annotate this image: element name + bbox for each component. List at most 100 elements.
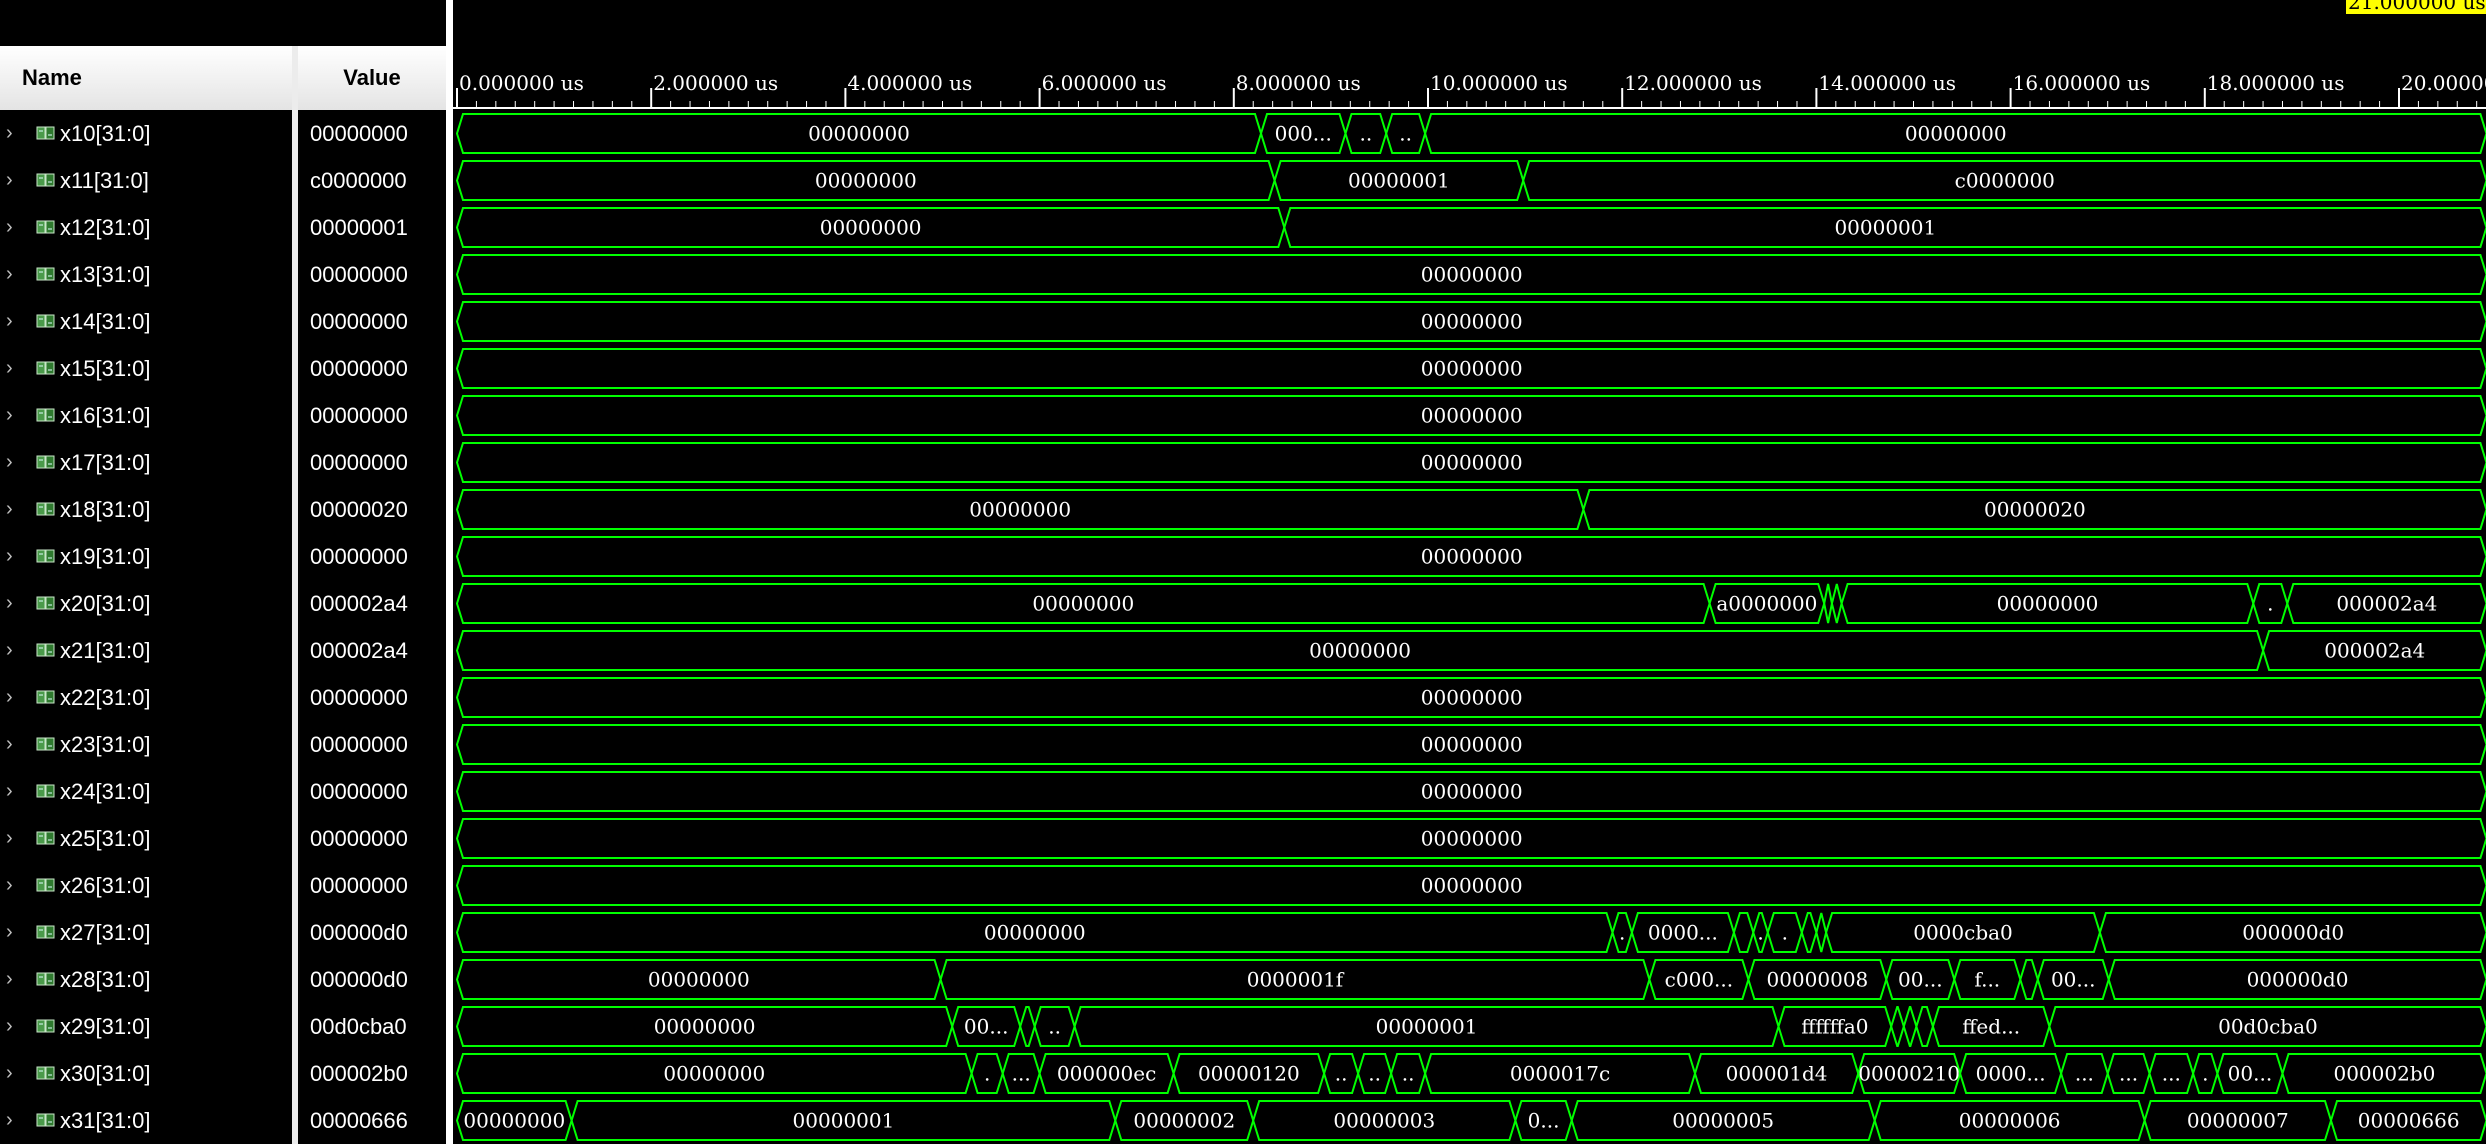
cursor-time-label: 21.000000 us [2348,0,2486,14]
signal-name: x11[31:0] [60,168,149,193]
signal-row[interactable]: › x24[31:0] 00000000 [0,768,446,815]
bus-value-label: 00000000 [1032,592,1134,616]
signal-name: x24[31:0] [60,779,151,804]
bus-segment [1732,912,1755,953]
bus-value-label: 00000000 [1421,451,1523,475]
signal-value: 00000000 [310,356,408,381]
signal-row[interactable]: › x11[31:0] c0000000 [0,157,446,204]
expand-chevron-icon[interactable]: › [6,405,26,425]
cursor-time-marker[interactable]: 21.000000 us [2346,0,2486,14]
signal-row[interactable]: › x16[31:0] 00000000 [0,392,446,439]
expand-chevron-icon[interactable]: › [6,687,26,707]
expand-chevron-icon[interactable]: › [6,734,26,754]
signal-row[interactable]: › x25[31:0] 00000000 [0,815,446,862]
expand-chevron-icon[interactable]: › [6,781,26,801]
signal-row[interactable]: › x14[31:0] 00000000 [0,298,446,345]
bus-signal-icon [36,126,55,140]
waveform-panel[interactable]: 0.000000 us 2.000000 us 4.000000 us 6.00000… [453,0,2486,1144]
bus-value-label: 000002a4 [2324,639,2425,663]
bus-value-label: 00000001 [793,1109,895,1133]
expand-chevron-icon[interactable]: › [6,123,26,143]
expand-chevron-icon[interactable]: › [6,264,26,284]
bus-value-label: 000000ec [1057,1062,1156,1086]
signal-row[interactable]: › x10[31:0] 00000000 [0,110,446,157]
expand-chevron-icon[interactable]: › [6,875,26,895]
signal-name: x25[31:0] [60,826,151,851]
time-tick-label: 0.000000 us [459,71,584,95]
name-column-header[interactable]: Name [22,46,82,110]
signal-value: 000002b0 [310,1061,408,1086]
signal-value: 00000000 [310,121,408,146]
signal-row[interactable]: › x13[31:0] 00000000 [0,251,446,298]
bus-value-label: 00000000 [1421,780,1523,804]
signal-value: 00000000 [310,685,408,710]
bus-value-label: ffffffa0 [1801,1015,1868,1039]
signal-row[interactable]: › x17[31:0] 00000000 [0,439,446,486]
signal-row[interactable]: › x23[31:0] 00000000 [0,721,446,768]
bus-value-label: 00d0cba0 [2218,1015,2318,1039]
signal-value: c0000000 [310,168,407,193]
signal-row[interactable]: › x31[31:0] 00000666 [0,1097,446,1144]
bus-signal-icon [36,596,55,610]
bus-value-label: 00000007 [2187,1109,2289,1133]
signal-value: 000002a4 [310,638,408,663]
expand-chevron-icon[interactable]: › [6,1063,26,1083]
bus-value-label: 0000001f [1247,968,1345,992]
signal-row[interactable]: › x28[31:0] 000000d0 [0,956,446,1003]
expand-chevron-icon[interactable]: › [6,922,26,942]
bus-value-label: 0000cba0 [1913,921,2013,945]
bus-value-label: 00000000 [663,1062,765,1086]
signal-row[interactable]: › x29[31:0] 00d0cba0 [0,1003,446,1050]
bus-signal-icon [36,878,55,892]
signal-value: 00000000 [310,450,408,475]
bus-value-label: 000000d0 [2242,921,2344,945]
bus-value-label: 00... [1898,968,1943,992]
bus-value-label: 00000000 [1421,686,1523,710]
signal-name: x20[31:0] [60,591,151,616]
expand-chevron-icon[interactable]: › [6,1110,26,1130]
bus-value-label: 00000000 [1421,310,1523,334]
signal-row[interactable]: › x21[31:0] 000002a4 [0,627,446,674]
signal-row[interactable]: › x19[31:0] 00000000 [0,533,446,580]
bus-value-label: 00000000 [808,122,910,146]
panel-splitter[interactable] [446,0,453,1144]
expand-chevron-icon[interactable]: › [6,452,26,472]
signal-row[interactable]: › x27[31:0] 000000d0 [0,909,446,956]
bus-value-label: 000001d4 [1726,1062,1828,1086]
bus-value-label: .. [1048,1015,1061,1039]
bus-value-label: 00000001 [1348,169,1450,193]
expand-chevron-icon[interactable]: › [6,640,26,660]
bus-value-label: 000000d0 [2247,968,2349,992]
bus-value-label: 00000000 [969,498,1071,522]
signal-row[interactable]: › x15[31:0] 00000000 [0,345,446,392]
signal-value: 00000000 [310,309,408,334]
signal-row[interactable]: › x20[31:0] 000002a4 [0,580,446,627]
bus-value-label: 0... [1528,1109,1560,1133]
bus-value-label: 00000000 [1421,733,1523,757]
expand-chevron-icon[interactable]: › [6,499,26,519]
signal-name: x27[31:0] [60,920,151,945]
signal-row[interactable]: › x30[31:0] 000002b0 [0,1050,446,1097]
bus-signal-icon [36,220,55,234]
expand-chevron-icon[interactable]: › [6,311,26,331]
signal-row[interactable]: › x12[31:0] 00000001 [0,204,446,251]
expand-chevron-icon[interactable]: › [6,828,26,848]
expand-chevron-icon[interactable]: › [6,1016,26,1036]
bus-value-label: 00000000 [984,921,1086,945]
column-header: Name Value [0,46,446,110]
expand-chevron-icon[interactable]: › [6,170,26,190]
bus-value-label: . [2202,1062,2208,1086]
expand-chevron-icon[interactable]: › [6,546,26,566]
expand-chevron-icon[interactable]: › [6,593,26,613]
signal-row[interactable]: › x26[31:0] 00000000 [0,862,446,909]
signal-name: x28[31:0] [60,967,151,992]
signal-row[interactable]: › x22[31:0] 00000000 [0,674,446,721]
expand-chevron-icon[interactable]: › [6,969,26,989]
value-column-header[interactable]: Value [298,46,446,110]
expand-chevron-icon[interactable]: › [6,358,26,378]
bus-value-label: 00000000 [463,1109,565,1133]
signal-value: 000002a4 [310,591,408,616]
bus-value-label: 00000006 [1959,1109,2061,1133]
signal-row[interactable]: › x18[31:0] 00000020 [0,486,446,533]
expand-chevron-icon[interactable]: › [6,217,26,237]
